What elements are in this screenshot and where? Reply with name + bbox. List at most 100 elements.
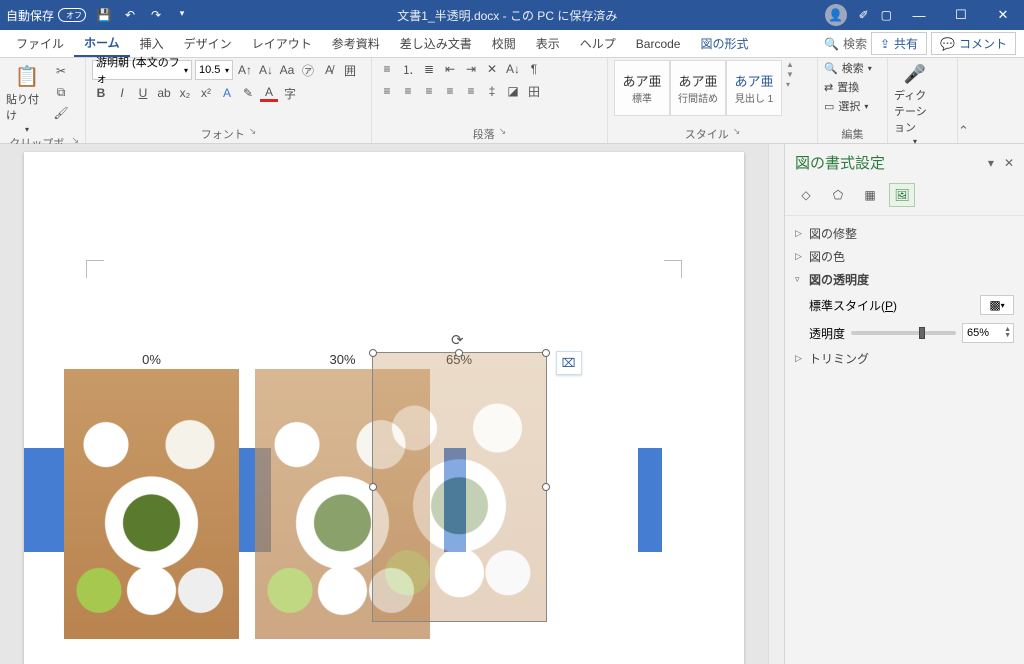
styles-more-icon[interactable]: ▾ [786, 80, 794, 89]
find-button[interactable]: 🔍検索▾ [824, 60, 872, 76]
style-heading1[interactable]: あア亜見出し 1 [726, 60, 782, 116]
pane-menu-icon[interactable]: ▾ [988, 156, 994, 170]
transparency-slider[interactable] [851, 331, 956, 335]
tab-file[interactable]: ファイル [6, 30, 74, 57]
italic-icon[interactable]: I [113, 84, 131, 102]
undo-icon[interactable]: ↶ [122, 8, 138, 22]
paragraph-dialog-icon[interactable]: ↘ [499, 126, 507, 142]
align-right-icon[interactable]: ≡ [420, 82, 438, 100]
transparency-presets-button[interactable]: ▩▾ [980, 295, 1014, 315]
bold-icon[interactable]: B [92, 84, 110, 102]
document-area[interactable]: 0% 30% 65% ⟳ [0, 144, 768, 664]
tab-home[interactable]: ホーム [74, 30, 130, 57]
increase-indent-icon[interactable]: ⇥ [462, 60, 480, 78]
copy-icon[interactable]: ⧉ [52, 83, 70, 101]
enclose-char-icon[interactable]: 囲 [341, 61, 359, 79]
section-transparency[interactable]: ▿図の透明度 [795, 268, 1014, 291]
asian-layout-icon[interactable]: ✕ [483, 60, 501, 78]
inserted-image-0[interactable] [64, 369, 239, 639]
collapse-ribbon-icon[interactable]: ⌃ [958, 58, 975, 143]
pane-close-icon[interactable]: ✕ [1004, 156, 1014, 170]
pane-tab-effects-icon[interactable]: ⬠ [825, 183, 851, 207]
resize-handle[interactable] [542, 483, 550, 491]
underline-icon[interactable]: U [134, 84, 152, 102]
replace-button[interactable]: ⇄置換 [824, 79, 872, 95]
pane-tab-fill-icon[interactable]: ◇ [793, 183, 819, 207]
section-trimming[interactable]: ▷トリミング [795, 347, 1014, 370]
styles-down-icon[interactable]: ▼ [786, 70, 794, 79]
shading-icon[interactable]: ◪ [504, 82, 522, 100]
char-shading-icon[interactable]: 字 [281, 84, 299, 102]
clear-format-icon[interactable]: A̸ [320, 61, 338, 79]
user-avatar[interactable]: 👤 [825, 4, 847, 26]
maximize-button[interactable]: ☐ [946, 7, 976, 23]
decrease-indent-icon[interactable]: ⇤ [441, 60, 459, 78]
tab-review[interactable]: 校閲 [482, 30, 526, 57]
select-button[interactable]: ▭選択▾ [824, 98, 872, 114]
section-correction[interactable]: ▷図の修整 [795, 222, 1014, 245]
borders-icon[interactable]: 田 [525, 82, 543, 100]
section-color[interactable]: ▷図の色 [795, 245, 1014, 268]
dictation-button[interactable]: 🎤 ディクテーション ▾ [894, 60, 936, 146]
distributed-icon[interactable]: ≡ [462, 82, 480, 100]
search-box[interactable]: 🔍 検索 [824, 35, 867, 52]
format-painter-icon[interactable]: 🖌 [52, 104, 70, 122]
qat-more-icon[interactable]: ▾ [174, 8, 190, 22]
layout-options-button[interactable]: ⌧ [556, 351, 582, 375]
numbering-icon[interactable]: ⒈ [399, 60, 417, 78]
styles-up-icon[interactable]: ▲ [786, 60, 794, 69]
subscript-icon[interactable]: x₂ [176, 84, 194, 102]
paste-button[interactable]: 📋 貼り付け ▾ [6, 60, 48, 134]
minimize-button[interactable]: ― [904, 8, 934, 23]
autosave-toggle[interactable]: 自動保存 オフ [6, 7, 86, 24]
font-color-icon[interactable]: A [260, 84, 278, 102]
tab-references[interactable]: 参考資料 [322, 30, 390, 57]
tab-barcode[interactable]: Barcode [626, 30, 691, 57]
text-effects-icon[interactable]: A [218, 84, 236, 102]
styles-dialog-icon[interactable]: ↘ [733, 126, 741, 142]
phonetic-guide-icon[interactable]: ㋐ [299, 61, 317, 79]
cut-icon[interactable]: ✂ [52, 62, 70, 80]
inserted-image-65-selected[interactable]: ⟳ ⌧ [372, 352, 547, 622]
sort-icon[interactable]: A↓ [504, 60, 522, 78]
strike-icon[interactable]: ab [155, 84, 173, 102]
style-nospacing[interactable]: あア亜行間詰め [670, 60, 726, 116]
tab-design[interactable]: デザイン [174, 30, 242, 57]
superscript-icon[interactable]: x² [197, 84, 215, 102]
align-center-icon[interactable]: ≡ [399, 82, 417, 100]
resize-handle[interactable] [369, 483, 377, 491]
save-icon[interactable]: 💾 [96, 8, 112, 22]
spin-down-icon[interactable]: ▼ [1004, 333, 1011, 339]
vertical-scrollbar[interactable] [768, 144, 784, 664]
comments-button[interactable]: 💬コメント [931, 32, 1016, 55]
font-size-select[interactable]: 10.5▾ [195, 60, 233, 80]
tab-layout[interactable]: レイアウト [242, 30, 322, 57]
change-case-icon[interactable]: Aa [278, 61, 296, 79]
tab-insert[interactable]: 挿入 [130, 30, 174, 57]
shrink-font-icon[interactable]: A↓ [257, 61, 275, 79]
close-button[interactable]: ✕ [988, 7, 1018, 23]
coming-soon-icon[interactable]: ✐ [859, 8, 869, 22]
tab-help[interactable]: ヘルプ [570, 30, 626, 57]
resize-handle[interactable] [455, 349, 463, 357]
font-dialog-icon[interactable]: ↘ [249, 126, 257, 142]
tab-mailings[interactable]: 差し込み文書 [390, 30, 482, 57]
tab-picture-format[interactable]: 図の形式 [690, 30, 758, 57]
styles-gallery[interactable]: あア亜標準 あア亜行間詰め あア亜見出し 1 [614, 60, 782, 116]
resize-handle[interactable] [369, 349, 377, 357]
ribbon-mode-icon[interactable]: ▢ [881, 8, 892, 22]
font-name-select[interactable]: 游明朝 (本文のフォ▾ [92, 60, 192, 80]
justify-icon[interactable]: ≡ [441, 82, 459, 100]
tab-view[interactable]: 表示 [526, 30, 570, 57]
redo-icon[interactable]: ↷ [148, 8, 164, 22]
style-normal[interactable]: あア亜標準 [614, 60, 670, 116]
pane-tab-picture-icon[interactable]: 🖼 [889, 183, 915, 207]
resize-handle[interactable] [542, 349, 550, 357]
share-button[interactable]: ⇪共有 [871, 32, 927, 55]
align-left-icon[interactable]: ≡ [378, 82, 396, 100]
rotate-handle-icon[interactable]: ⟳ [451, 331, 467, 347]
multilevel-icon[interactable]: ≣ [420, 60, 438, 78]
pane-tab-layout-icon[interactable]: ▦ [857, 183, 883, 207]
transparency-value-input[interactable]: 65% ▲▼ [962, 323, 1014, 343]
show-marks-icon[interactable]: ¶ [525, 60, 543, 78]
